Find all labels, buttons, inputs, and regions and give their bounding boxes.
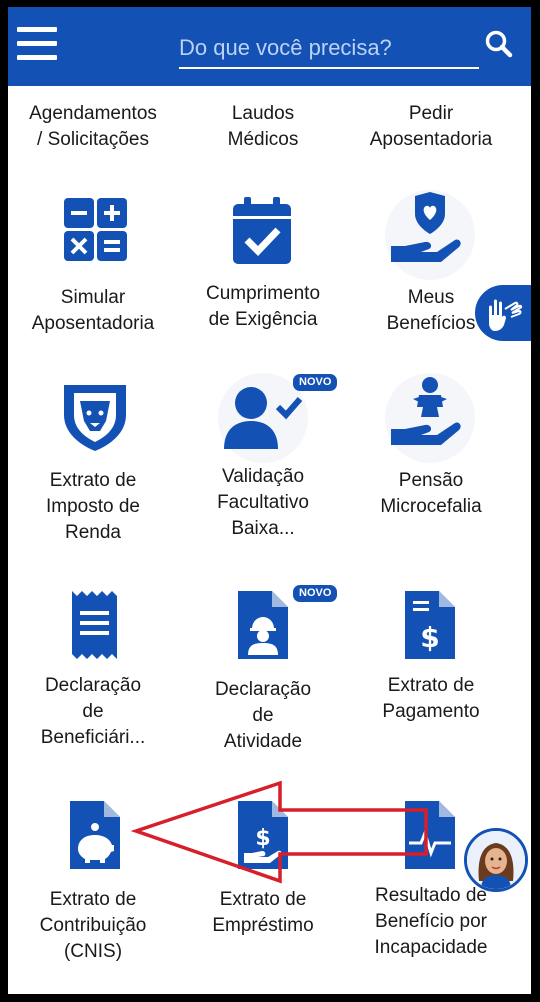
heartbeat-document-icon <box>385 793 475 883</box>
service-tile-cumprimento[interactable]: Cumprimento de Exigência <box>178 281 348 333</box>
tile-label: Cumprimento de Exigência <box>205 283 321 330</box>
piggy-bank-document-icon <box>50 793 140 883</box>
tile-label: Pedir Aposentadoria <box>369 103 493 150</box>
service-tile-extrato-pagamento[interactable]: Extrato de Pagamento <box>346 673 516 725</box>
service-tile-agendamentos[interactable]: Agendamentos / Solicitações <box>8 101 178 153</box>
service-tile-extrato-contribuicao[interactable]: Extrato de Contribuição (CNIS) <box>8 887 178 965</box>
svg-text:$: $ <box>255 826 270 851</box>
service-tile-pensao[interactable]: Pensão Microcefalia <box>346 468 516 520</box>
service-tile-declaracao-atividade[interactable]: Declaração de Atividade <box>178 677 348 755</box>
tile-label: Declaração de Beneficiári... <box>40 675 146 748</box>
search-input[interactable] <box>179 29 479 69</box>
service-tile-extrato-emprestimo[interactable]: Extrato de Empréstimo <box>178 887 348 939</box>
new-badge: NOVO <box>293 374 338 391</box>
hand-baby-icon <box>385 373 475 463</box>
tile-label: Simular Aposentadoria <box>31 287 155 334</box>
calendar-check-icon <box>218 190 308 280</box>
hand-heart-shield-icon <box>385 190 475 280</box>
svg-text:$: $ <box>420 621 439 654</box>
top-bar <box>8 7 531 86</box>
new-badge: NOVO <box>293 585 338 602</box>
tile-label: Extrato de Contribuição (CNIS) <box>39 889 147 962</box>
tile-label: Declaração de Atividade <box>214 679 312 752</box>
app-screen: Agendamentos / Solicitações Laudos Médic… <box>8 7 531 994</box>
tile-label: Agendamentos / Solicitações <box>29 103 157 150</box>
service-tile-imposto-renda[interactable]: Extrato de Imposto de Renda <box>8 468 178 546</box>
tile-label: Extrato de Pagamento <box>382 675 480 722</box>
dollar-hand-document-icon: $ <box>218 793 308 883</box>
service-tile-resultado-incapacidade[interactable]: Resultado de Benefício por Incapacidade <box>346 883 516 961</box>
service-tile-validacao[interactable]: Validação Facultativo Baixa... <box>178 464 348 542</box>
assistant-avatar[interactable] <box>464 828 528 892</box>
menu-icon[interactable] <box>17 25 57 61</box>
tile-label: Resultado de Benefício por Incapacidade <box>374 885 488 958</box>
search-icon[interactable] <box>484 29 514 59</box>
service-tile-pedir-aposentadoria[interactable]: Pedir Aposentadoria <box>346 101 516 153</box>
sign-language-hands-icon <box>489 299 523 331</box>
tile-label: Extrato de Imposto de Renda <box>46 470 140 543</box>
tile-label: Validação Facultativo Baixa... <box>217 466 309 539</box>
tile-label: Laudos Médicos <box>227 103 299 150</box>
service-tile-declaracao-beneficiario[interactable]: Declaração de Beneficiári... <box>8 673 178 751</box>
libras-accessibility-button[interactable] <box>475 285 531 341</box>
tile-label: Pensão Microcefalia <box>380 470 482 517</box>
calculator-icon <box>50 190 140 280</box>
service-tile-simular[interactable]: Simular Aposentadoria <box>8 285 178 337</box>
tile-label: Extrato de Empréstimo <box>212 889 314 936</box>
lion-shield-icon <box>50 375 140 465</box>
service-tile-laudos[interactable]: Laudos Médicos <box>178 101 348 153</box>
dollar-document-icon: $ <box>385 583 475 673</box>
receipt-icon <box>50 583 140 673</box>
